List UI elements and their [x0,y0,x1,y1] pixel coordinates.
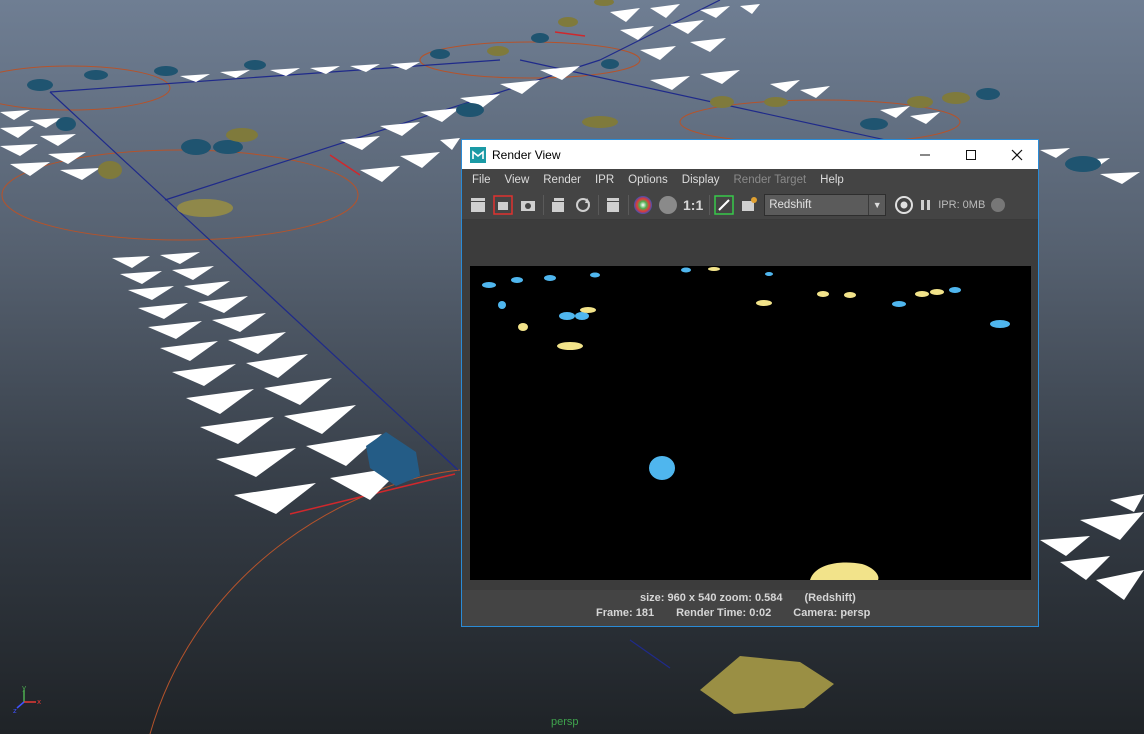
viewport-camera-label: persp [551,716,579,728]
close-button[interactable] [994,140,1040,169]
rendered-image [470,266,1031,580]
toolbar-separator [543,195,544,215]
axis-gizmo: y x z [12,684,52,714]
alpha-channel-button[interactable] [658,195,678,215]
axis-x-label: x [37,698,41,706]
render-view-titlebar[interactable]: Render View [462,140,1038,169]
minimize-button[interactable] [902,140,948,169]
toolbar-separator [628,195,629,215]
render-settings-icon [742,197,758,211]
menu-help[interactable]: Help [813,174,851,186]
menu-ipr[interactable]: IPR [588,174,621,186]
camera-icon [521,201,535,211]
status-camera: Camera: persp [793,607,871,619]
ipr-render-button[interactable] [603,195,623,215]
menu-file[interactable]: File [465,174,498,186]
color-management-button[interactable] [714,195,734,215]
renderer-selected-value: Redshift [769,199,812,211]
render-settings-button[interactable] [739,195,759,215]
maximize-icon [966,149,976,160]
sequence-icon [552,198,564,212]
clapperboard-icon [471,198,485,212]
render-sequence-button[interactable] [548,195,568,215]
menu-display[interactable]: Display [675,174,727,186]
menu-render-target: Render Target [733,174,807,186]
toolbar-separator [598,195,599,215]
menu-render[interactable]: Render [536,174,588,186]
aperture-icon [895,196,914,214]
close-icon [1011,149,1023,160]
render-frame-button[interactable] [468,195,488,215]
axis-y-label: y [22,684,26,692]
render-view-window[interactable]: Render View File View Render IPR Options… [461,139,1039,627]
ipr-clapperboard-icon [607,198,619,212]
pause-ipr-button[interactable] [919,195,933,215]
chevron-down-icon: ▼ [868,195,885,215]
rgb-channels-icon [634,196,652,214]
toolbar-separator [709,195,711,215]
rendered-image-content [482,267,1010,580]
ipr-aperture-button[interactable] [894,195,914,215]
render-image-area[interactable] [462,220,1038,590]
alpha-channel-icon [659,196,677,214]
ipr-memory-label: IPR: 0MB [938,199,986,211]
color-management-icon [714,195,734,215]
status-render-time: Render Time: 0:02 [676,607,772,619]
renderer-dropdown[interactable]: Redshift ▼ [764,194,887,216]
snapshot-button[interactable] [518,195,538,215]
menu-options[interactable]: Options [621,174,675,186]
render-status-bar: size: 960 x 540 zoom: 0.584 (Redshift) Fr… [462,590,1038,626]
maximize-button[interactable] [948,140,994,169]
render-region-button[interactable] [493,195,513,215]
color-channels-button[interactable] [633,195,653,215]
real-size-button[interactable]: 1:1 [683,197,703,213]
render-region-icon [493,195,513,215]
axis-z-label: z [13,707,17,714]
window-title: Render View [492,147,561,162]
pause-icon [921,200,931,210]
ipr-status-indicator[interactable] [991,198,1006,212]
status-size-zoom: size: 960 x 540 zoom: 0.584 [640,592,783,604]
status-frame: Frame: 181 [596,607,655,619]
render-toolbar: 1:1 Redshift ▼ IPR: 0MB [462,191,1038,220]
status-engine: (Redshift) [804,592,856,604]
menu-view[interactable]: View [498,174,537,186]
minimize-icon [920,154,930,155]
maya-app-icon [470,146,486,163]
redo-render-button[interactable] [573,195,593,215]
menu-bar: File View Render IPR Options Display Ren… [462,169,1038,191]
refresh-icon [576,198,590,212]
